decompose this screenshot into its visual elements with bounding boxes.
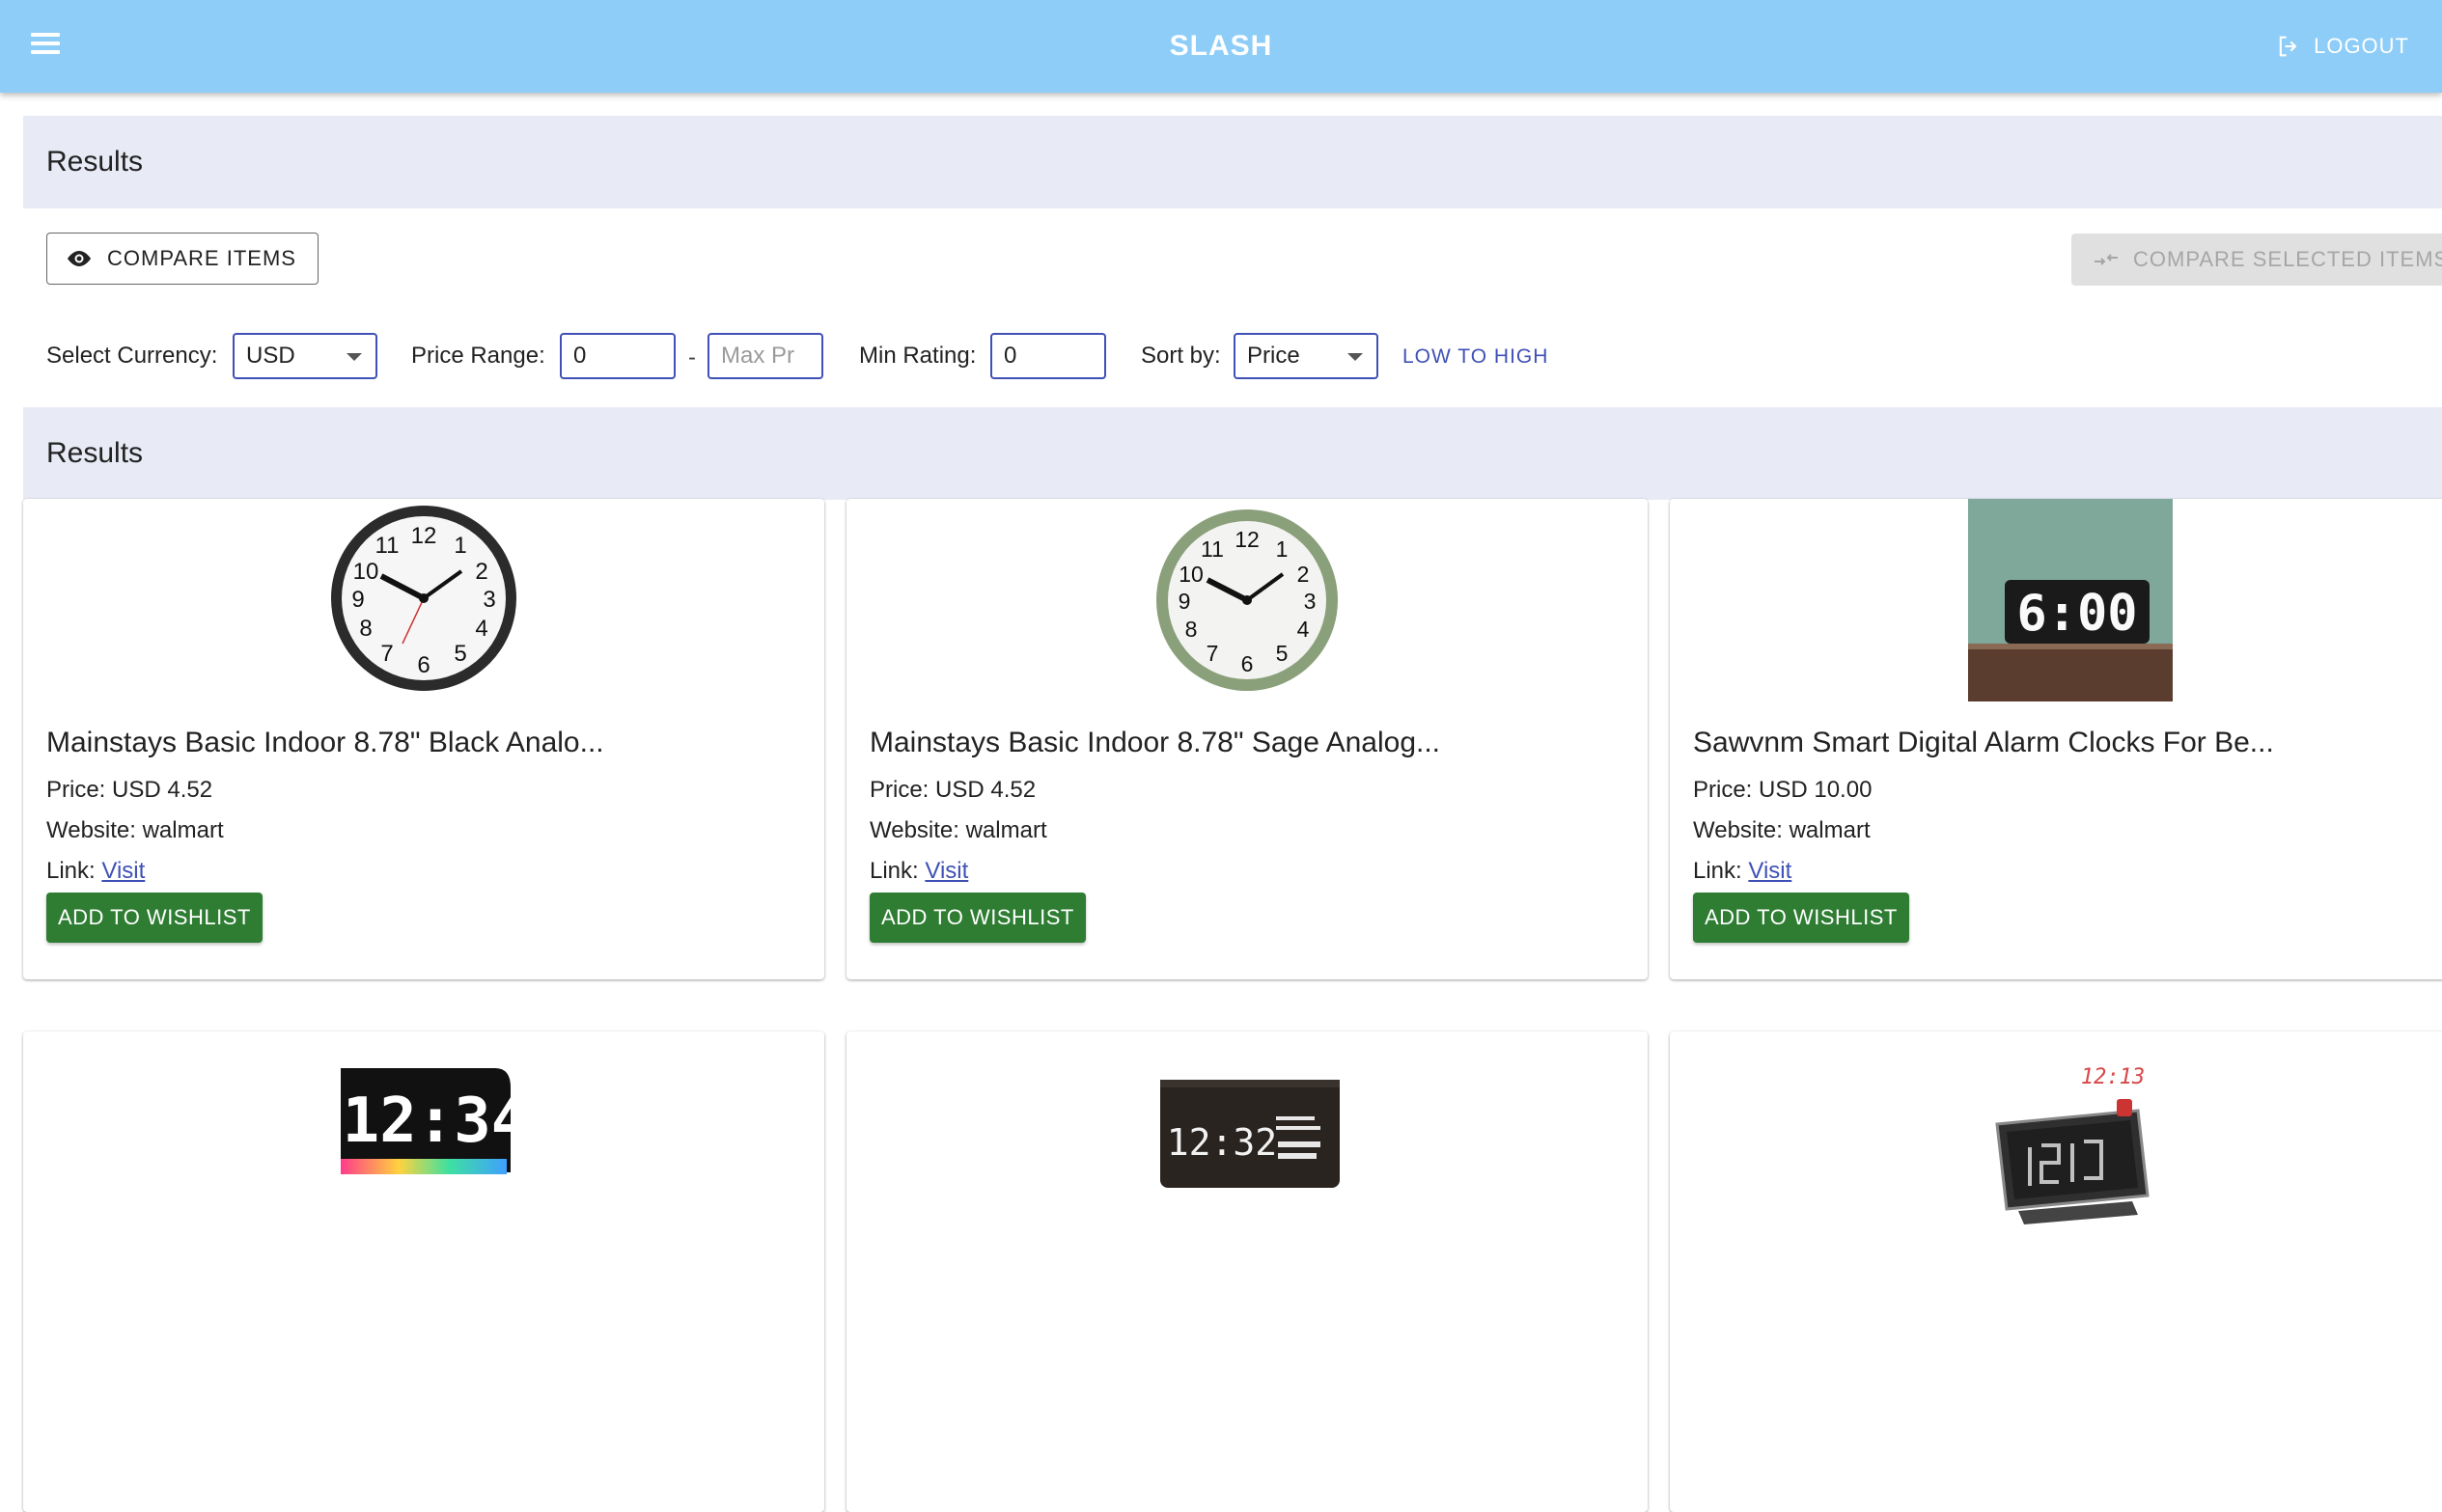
product-link-label: Link:: [46, 858, 102, 884]
price-min-input[interactable]: 0: [560, 333, 676, 379]
add-to-wishlist-button[interactable]: ADD TO WISHLIST: [46, 893, 263, 943]
svg-text:11: 11: [375, 533, 400, 559]
svg-text:5: 5: [1276, 641, 1289, 666]
product-website: Website: walmart: [46, 817, 224, 843]
clock-digits: 12:32: [1167, 1121, 1277, 1164]
price-max-placeholder: Max Pr: [721, 343, 795, 369]
filter-bar: Select Currency: USD Price Range: 0 - Ma…: [46, 333, 2440, 379]
black-analog-wall-clock-image: 12 12 345 678 91011: [331, 506, 516, 691]
svg-text:7: 7: [380, 641, 393, 667]
product-link-row: Link: Visit: [46, 858, 145, 885]
svg-text:4: 4: [475, 616, 487, 642]
product-card: 12:34: [23, 1031, 824, 1512]
compare-items-button[interactable]: COMPARE ITEMS: [46, 233, 319, 285]
svg-text:8: 8: [1185, 617, 1198, 642]
compare-selected-button[interactable]: COMPARE SELECTED ITEMS: [2071, 234, 2442, 286]
currency-label: Select Currency:: [46, 343, 218, 369]
svg-text:7: 7: [1207, 641, 1219, 666]
svg-text:11: 11: [1201, 536, 1224, 562]
logout-label: LOGOUT: [2314, 34, 2409, 58]
svg-text:8: 8: [359, 616, 372, 642]
currency-value: USD: [246, 343, 295, 369]
svg-text:4: 4: [1297, 617, 1310, 642]
svg-text:9: 9: [351, 587, 364, 613]
product-link-row: Link: Visit: [870, 858, 968, 885]
product-website: Website: walmart: [870, 817, 1047, 843]
menu-icon[interactable]: [31, 33, 60, 58]
results-list-title: Results: [46, 437, 144, 469]
rgb-digital-clock-image: 12:34: [341, 1068, 526, 1174]
digital-alarm-clock-image: 6:00: [1968, 499, 2173, 701]
svg-text:3: 3: [1304, 589, 1317, 614]
results-list-header: Results: [23, 407, 2442, 500]
price-max-input[interactable]: Max Pr: [708, 333, 823, 379]
product-website: Website: walmart: [1693, 817, 1871, 843]
product-price: Price: USD 10.00: [1693, 777, 1873, 803]
logout-icon: [2279, 36, 2297, 57]
min-rating-value: 0: [1004, 343, 1017, 369]
svg-text:1: 1: [1276, 536, 1289, 562]
product-price: Price: USD 4.52: [46, 777, 213, 803]
visit-link[interactable]: Visit: [925, 858, 968, 884]
svg-text:2: 2: [1297, 562, 1310, 587]
sage-analog-wall-clock-image: 12 12 345 678 91011: [1156, 509, 1338, 691]
compare-selected-label: COMPARE SELECTED ITEMS: [2133, 247, 2442, 271]
svg-text:2: 2: [475, 559, 487, 585]
product-title: Mainstays Basic Indoor 8.78" Black Analo…: [46, 727, 604, 758]
visit-link[interactable]: Visit: [1748, 858, 1791, 884]
add-to-wishlist-button[interactable]: ADD TO WISHLIST: [870, 893, 1086, 943]
compare-arrows-icon: [2095, 254, 2118, 265]
range-separator: -: [688, 344, 696, 371]
sort-value: Price: [1247, 343, 1300, 369]
results-title: Results: [46, 146, 144, 178]
clock-digits: 12:34: [343, 1086, 526, 1157]
svg-text:3: 3: [483, 587, 495, 613]
svg-text:9: 9: [1179, 589, 1191, 614]
svg-text:10: 10: [1179, 562, 1204, 587]
sort-order-button[interactable]: LOW TO HIGH: [1402, 345, 1548, 369]
svg-text:6: 6: [1241, 651, 1254, 676]
product-title: Mainstays Basic Indoor 8.78" Sage Analog…: [870, 727, 1441, 758]
product-card: 12 1 2 345 678 9 10 11 Mainstays Basic Indoo…: [846, 499, 1648, 979]
product-link-row: Link: Visit: [1693, 858, 1791, 885]
svg-text:5: 5: [454, 641, 466, 667]
product-card: 12:32: [846, 1031, 1648, 1512]
price-min-value: 0: [573, 343, 587, 369]
product-link-label: Link:: [870, 858, 926, 884]
svg-text:1: 1: [454, 533, 466, 559]
app-bar: SLASH LOGOUT: [0, 0, 2442, 93]
product-price: Price: USD 4.52: [870, 777, 1037, 803]
svg-text:12: 12: [411, 523, 437, 549]
results-header: Results: [23, 116, 2442, 208]
product-card: 12:13: [1670, 1031, 2442, 1512]
visit-link[interactable]: Visit: [101, 858, 145, 884]
projected-time: 12:13: [2081, 1065, 2145, 1089]
min-rating-input[interactable]: 0: [990, 333, 1106, 379]
svg-text:12: 12: [1235, 527, 1260, 552]
projection-alarm-clock-image: 12:13: [1995, 1065, 2150, 1224]
sort-select[interactable]: Price: [1234, 333, 1378, 379]
min-rating-label: Min Rating:: [859, 343, 977, 369]
product-link-label: Link:: [1693, 858, 1749, 884]
compare-items-label: COMPARE ITEMS: [107, 246, 296, 270]
price-range-label: Price Range:: [411, 343, 545, 369]
clock-digits: 6:00: [2016, 585, 2137, 643]
product-card: 12 1 2 345 678 9 10 11 Mainstays Basic Indoo…: [23, 499, 824, 979]
eye-icon: [68, 251, 91, 266]
sort-label: Sort by:: [1141, 343, 1221, 369]
product-title: Sawvnm Smart Digital Alarm Clocks For Be…: [1693, 727, 2274, 758]
product-card: 6:00 Sawvnm Smart Digital Alarm Clocks F…: [1670, 499, 2442, 979]
app-title: SLASH: [1169, 30, 1273, 62]
svg-text:6: 6: [417, 652, 430, 678]
wood-digital-clock-image: 12:32: [1160, 1080, 1340, 1188]
currency-select[interactable]: USD: [233, 333, 377, 379]
add-to-wishlist-button[interactable]: ADD TO WISHLIST: [1693, 893, 1909, 943]
logout-button[interactable]: LOGOUT: [2275, 29, 2409, 64]
svg-text:10: 10: [353, 559, 379, 585]
